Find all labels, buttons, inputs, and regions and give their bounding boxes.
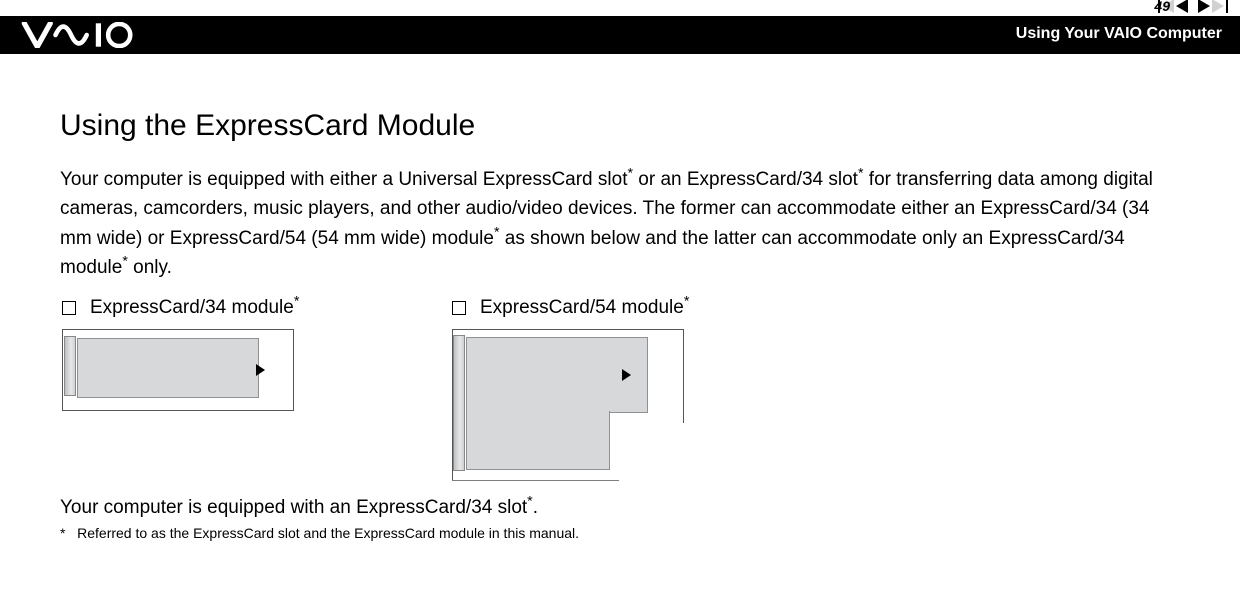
card-figures-row: ExpressCard/34 module* ExpressCard/54 mo… xyxy=(62,297,1180,479)
header-band: Using Your VAIO Computer xyxy=(0,16,1240,54)
nav-prev-ghost-icon xyxy=(1162,0,1174,13)
expresscard-34-figure xyxy=(62,329,294,411)
closing-text-2: . xyxy=(533,497,538,518)
document-body: Using the ExpressCard Module Your comput… xyxy=(0,54,1240,541)
vaio-logo-icon xyxy=(18,22,158,53)
intro-paragraph: Your computer is equipped with either a … xyxy=(60,165,1180,283)
expresscard-54-figure xyxy=(452,329,682,479)
card-body-ext-shape xyxy=(466,411,610,470)
intro-text-2: or an ExpressCard/34 slot xyxy=(633,169,858,190)
bullet-square-icon xyxy=(452,301,466,315)
card54-column: ExpressCard/54 module* xyxy=(452,297,752,479)
card-connector-icon xyxy=(453,335,465,471)
top-utility-bar: 49 xyxy=(0,0,1240,16)
nav-arrows xyxy=(1158,0,1228,13)
bullet-square-icon xyxy=(62,301,76,315)
intro-text-5: only. xyxy=(128,257,172,278)
nav-first-bar-icon[interactable] xyxy=(1158,0,1160,13)
intro-text-1: Your computer is equipped with either a … xyxy=(60,169,627,190)
closing-paragraph: Your computer is equipped with an Expres… xyxy=(60,497,1180,519)
nav-prev-icon[interactable] xyxy=(1176,0,1188,13)
section-title: Using Your VAIO Computer xyxy=(1016,25,1222,43)
closing-text-1: Your computer is equipped with an Expres… xyxy=(60,497,527,518)
card-connector-icon xyxy=(64,336,76,396)
footnote-marker: * xyxy=(60,525,65,541)
card34-bullet: ExpressCard/34 module* xyxy=(62,297,362,319)
nav-next-icon[interactable] xyxy=(1198,0,1210,13)
footnote-line: * Referred to as the ExpressCard slot an… xyxy=(60,525,1180,541)
card54-label: ExpressCard/54 module* xyxy=(480,297,689,319)
card54-bullet: ExpressCard/54 module* xyxy=(452,297,752,319)
footnote-sup-icon: * xyxy=(294,293,300,309)
card34-label: ExpressCard/34 module* xyxy=(90,297,299,319)
insert-arrow-icon xyxy=(622,369,631,381)
footnote-sup-icon: * xyxy=(684,293,690,309)
card34-column: ExpressCard/34 module* xyxy=(62,297,362,479)
card-body-shape xyxy=(77,338,259,398)
insert-arrow-icon xyxy=(256,364,265,376)
page-root: 49 Using Your VAIO Computer Using the Ex… xyxy=(0,0,1240,590)
page-title: Using the ExpressCard Module xyxy=(60,109,1180,143)
nav-next-ghost-icon xyxy=(1212,0,1224,13)
nav-last-bar-icon[interactable] xyxy=(1226,0,1228,13)
footnote-text: Referred to as the ExpressCard slot and … xyxy=(77,525,579,541)
card-body-shape xyxy=(466,337,648,413)
